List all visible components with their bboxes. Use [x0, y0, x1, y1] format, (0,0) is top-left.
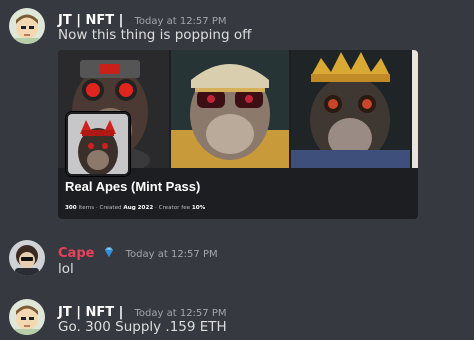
message-header: Cape Today at 12:57 PM	[58, 242, 218, 261]
timestamp: Today at 12:57 PM	[134, 16, 227, 27]
embed-meta: 300 Items · Created Aug 2022 · Creator f…	[65, 205, 205, 211]
message-text: lol	[58, 261, 74, 277]
message-header: JT | NFT | Today at 12:57 PM	[58, 301, 226, 320]
gallery-image-3[interactable]	[291, 50, 410, 168]
fee-value: 10%	[191, 205, 206, 211]
created-value: Aug 2022	[123, 205, 154, 211]
message-text: Go. 300 Supply .159 ETH	[58, 319, 227, 335]
fee-label: Creator fee	[158, 205, 191, 211]
avatar-cape[interactable]	[9, 240, 45, 276]
avatar-jt[interactable]	[9, 299, 45, 335]
gallery-image-4-partial[interactable]	[412, 50, 418, 168]
items-label: Items	[78, 205, 95, 211]
timestamp: Today at 12:57 PM	[134, 308, 227, 319]
items-count: 300	[65, 205, 77, 211]
collection-thumbnail[interactable]	[66, 112, 130, 176]
meta-separator: ·	[95, 205, 98, 211]
created-label: Created	[99, 205, 122, 211]
author-name[interactable]: Cape	[58, 246, 94, 261]
timestamp: Today at 12:57 PM	[125, 249, 218, 260]
message-text: Now this thing is popping off	[58, 27, 252, 43]
meta-separator: ·	[155, 205, 157, 211]
gem-icon	[104, 247, 113, 257]
author-name[interactable]: JT | NFT |	[58, 13, 123, 28]
embed-title[interactable]: Real Apes (Mint Pass)	[65, 179, 200, 194]
author-name[interactable]: JT | NFT |	[58, 305, 123, 320]
avatar-jt[interactable]	[9, 8, 45, 44]
message-header: JT | NFT | Today at 12:57 PM	[58, 9, 226, 28]
gallery-image-2[interactable]	[171, 50, 289, 168]
nft-embed-card[interactable]: Real Apes (Mint Pass) 300 Items · Create…	[58, 50, 418, 219]
